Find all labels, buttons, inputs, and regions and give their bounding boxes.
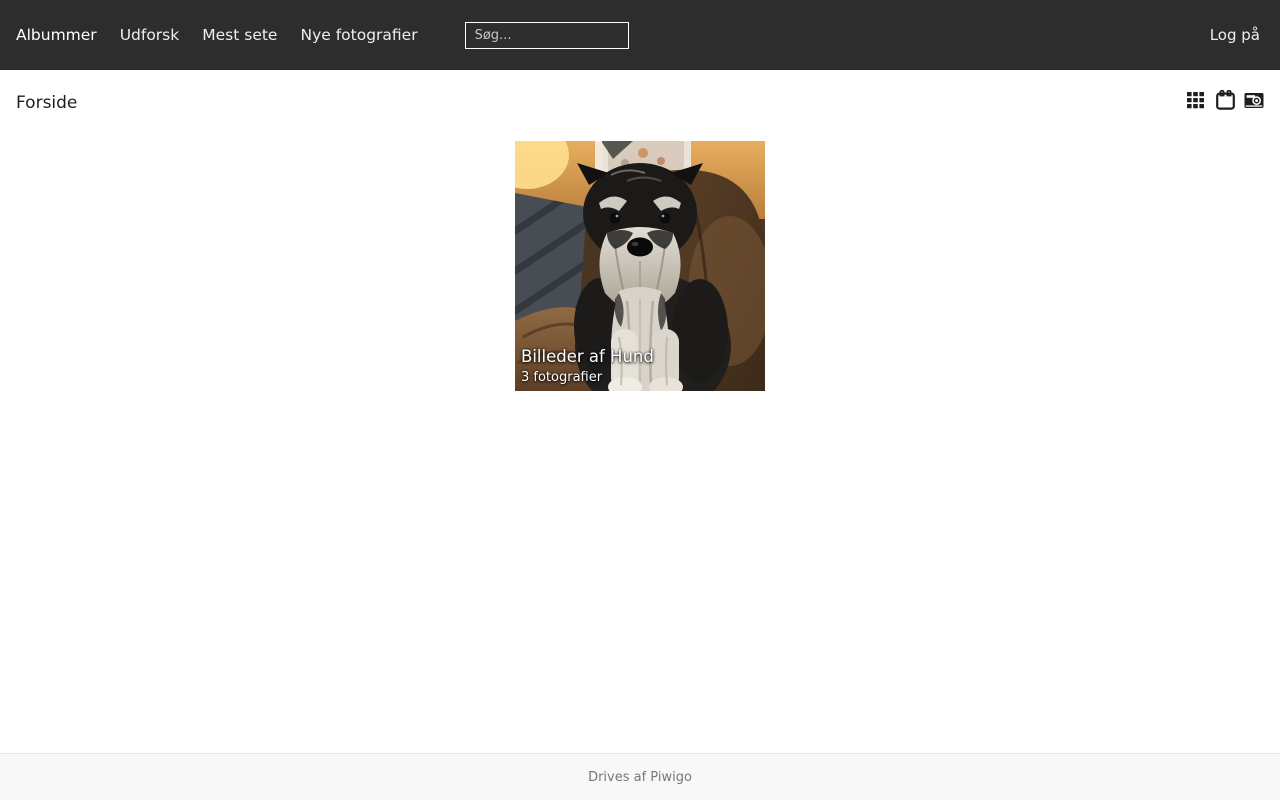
powered-by-text[interactable]: Drives af Piwigo bbox=[588, 770, 692, 785]
calendar-view-icon[interactable] bbox=[1215, 90, 1235, 110]
grid-view-icon-glyph bbox=[1187, 92, 1204, 109]
calendar-view-icon-glyph bbox=[1215, 90, 1235, 110]
display-mode-toolbar bbox=[1186, 90, 1264, 110]
page-footer: Drives af Piwigo bbox=[0, 753, 1280, 800]
photo-sizes-icon[interactable] bbox=[1244, 90, 1264, 110]
nav-item-new-photos[interactable]: Nye fotografier bbox=[300, 26, 417, 44]
photo-sizes-icon-glyph bbox=[1244, 92, 1264, 108]
breadcrumb-bar: Forside bbox=[0, 70, 1280, 136]
nav-item-albums[interactable]: Albummer bbox=[16, 26, 97, 44]
search-input[interactable] bbox=[464, 21, 629, 49]
nav-item-explore[interactable]: Udforsk bbox=[120, 26, 180, 44]
grid-view-icon[interactable] bbox=[1186, 90, 1206, 110]
breadcrumb[interactable]: Forside bbox=[16, 93, 77, 113]
album-card-billeder-af-hund[interactable]: Billeder af Hund 3 fotografier bbox=[515, 141, 765, 391]
album-thumbnail-image bbox=[515, 141, 765, 391]
album-grid: Billeder af Hund 3 fotografier bbox=[0, 136, 1280, 753]
login-link[interactable]: Log på bbox=[1210, 26, 1264, 44]
top-navbar: Albummer Udforsk Mest sete Nye fotografi… bbox=[0, 0, 1280, 70]
nav-item-most-viewed[interactable]: Mest sete bbox=[202, 26, 277, 44]
